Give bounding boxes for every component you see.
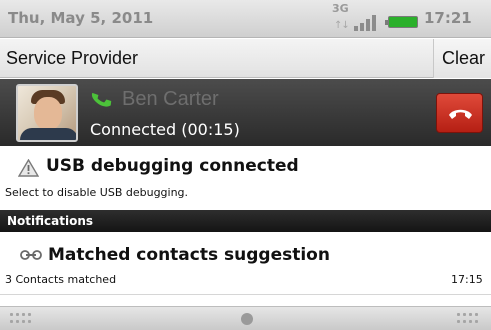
data-activity-arrows-icon: ↑↓	[334, 20, 350, 31]
usb-debugging-title: USB debugging connected	[46, 156, 299, 176]
clear-button-label: Clear	[442, 48, 486, 68]
grip-dots-icon	[10, 312, 34, 326]
notification-time: 17:15	[451, 273, 483, 286]
service-provider-bar: Service Provider Clear	[0, 39, 491, 78]
clear-button[interactable]: Clear	[433, 39, 491, 78]
ongoing-call-notification[interactable]: Ben Carter Connected (00:15)	[0, 79, 491, 146]
status-date: Thu, May 5, 2011	[8, 9, 154, 27]
usb-debugging-notification[interactable]: USB debugging connected Select to disabl…	[0, 147, 491, 208]
end-call-icon	[449, 109, 472, 119]
notification-title: Matched contacts suggestion	[48, 245, 330, 265]
status-time: 17:21	[424, 9, 472, 27]
battery-icon	[385, 16, 418, 28]
end-call-button[interactable]	[436, 93, 483, 133]
matched-contacts-notification[interactable]: Matched contacts suggestion 3 Contacts m…	[0, 233, 491, 295]
signal-strength-icon	[354, 14, 380, 31]
notification-subtitle: 3 Contacts matched	[5, 273, 117, 286]
phone-icon	[91, 92, 112, 107]
notification-drawer-handle[interactable]	[0, 306, 491, 330]
drawer-handle-icon[interactable]	[241, 313, 253, 325]
call-status: Connected (00:15)	[90, 120, 240, 139]
service-provider-title: Service Provider	[6, 48, 139, 68]
notifications-header-label: Notifications	[7, 214, 94, 228]
notifications-header: Notifications	[0, 210, 491, 232]
grip-dots-icon	[457, 312, 481, 326]
caller-avatar	[16, 84, 78, 142]
usb-debugging-subtitle: Select to disable USB debugging.	[5, 186, 189, 199]
3g-data-icon: 3G	[332, 2, 349, 15]
warning-icon	[18, 159, 39, 177]
link-icon	[20, 250, 42, 260]
caller-name: Ben Carter	[122, 88, 219, 110]
status-bar: Thu, May 5, 2011 3G ↑↓ 17:21	[0, 0, 491, 38]
